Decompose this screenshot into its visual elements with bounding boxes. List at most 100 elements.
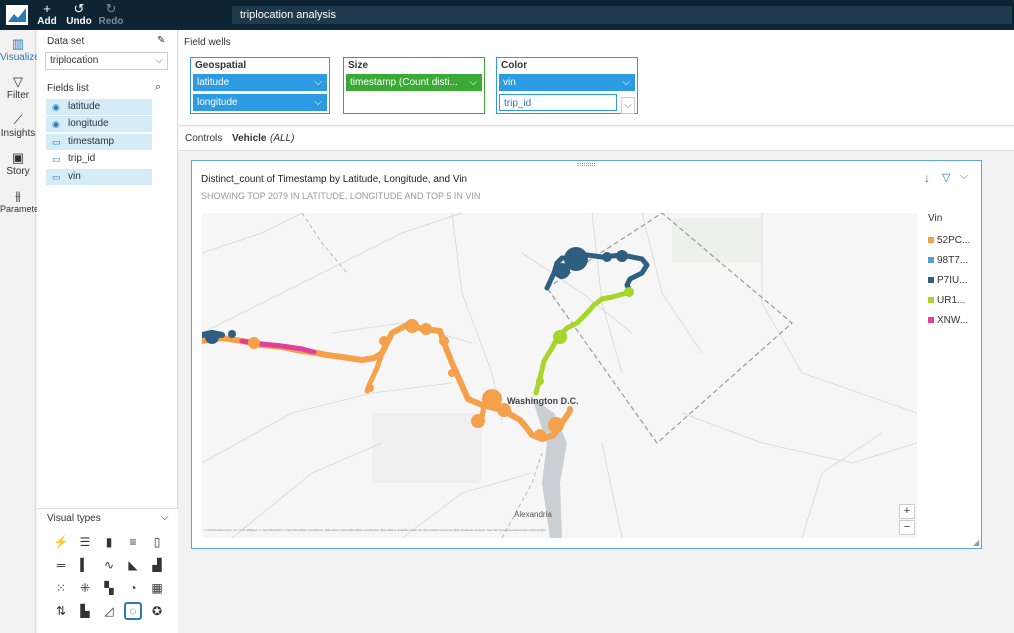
parameters-icon: ⫵ [15, 188, 21, 203]
insights-icon: ⟋ [13, 112, 23, 127]
main-area: Field wells Geospatial latitude ⌵ longitu… [179, 30, 1014, 633]
nav-visualize[interactable]: ▥ Visualize [0, 36, 40, 63]
zoom-out-button[interactable]: − [899, 520, 915, 535]
scatter-plot-icon[interactable]: ⁙ [52, 579, 70, 597]
chevron-down-icon: ⌵ [469, 77, 477, 88]
well-field-vin[interactable]: vin ⌵ [499, 74, 635, 91]
tree-map-icon[interactable]: ▚ [100, 579, 118, 597]
drag-handle[interactable] [577, 163, 595, 166]
chevron-down-icon: ⌵ [155, 55, 163, 66]
dimension-icon: ▭ [52, 172, 61, 182]
undo-icon: ↺ [73, 1, 85, 16]
dimension-icon: ▭ [52, 154, 61, 164]
field-latitude[interactable]: ◉ latitude [46, 99, 152, 115]
nav-filter[interactable]: ▽ Filter [0, 74, 36, 101]
line-bar-icon[interactable]: ◿ [100, 602, 118, 620]
nav-story[interactable]: ▣ Story [0, 150, 36, 177]
field-timestamp[interactable]: ▭ timestamp [46, 134, 152, 150]
legend-item[interactable]: 98T7... [928, 255, 968, 266]
map-label-alexandria: Alexandria [514, 510, 552, 519]
left-nav: ▥ Visualize ▽ Filter ⟋ Insights ▣ Story ⫵ Par… [0, 30, 47, 633]
legend-item[interactable]: P7IU... [928, 275, 968, 286]
geospatial-icon[interactable]: ◌ [124, 602, 142, 620]
legend-item[interactable]: XNW... [928, 315, 968, 326]
bar-line-icon[interactable]: ▙ [76, 602, 94, 620]
legend-item[interactable]: UR1... [928, 295, 965, 306]
map-canvas[interactable]: Washington D.C. Alexandria © 2016 Amazon… [202, 213, 917, 538]
zoom-in-button[interactable]: + [899, 504, 915, 519]
vehicle-control[interactable]: Vehicle [232, 133, 266, 144]
legend-title: Vin [928, 213, 943, 224]
legend-item[interactable]: 52PC... [928, 235, 970, 246]
add-button[interactable]: + Add [34, 2, 60, 28]
controls-bar: Controls Vehicle (ALL) [179, 127, 1014, 151]
stacked-bar-icon[interactable]: ≡ [124, 533, 142, 551]
legend-swatch [928, 277, 934, 283]
chevron-down-icon[interactable]: ⌵ [161, 512, 169, 523]
field-longitude[interactable]: ◉ longitude [46, 116, 152, 132]
nav-parameters[interactable]: ⫵ Parameters [0, 188, 47, 214]
visual-title: Distinct_count of Timestamp by Latitude,… [201, 174, 468, 185]
visual-types-panel: Visual types ⌵ ⚡ ☰ ▮ ≡ ▯ ═ ▍ ∿ ◣ ▟ ⁙ ⁜ ▚… [37, 508, 178, 633]
field-wells-label: Field wells [184, 37, 231, 48]
well-field-timestamp[interactable]: timestamp (Count disti... ⌵ [346, 74, 482, 91]
controls-label[interactable]: Controls [185, 133, 222, 144]
story-icon: ▣ [11, 150, 25, 165]
redo-button[interactable]: ↻ Redo [98, 1, 124, 28]
map-svg [202, 213, 917, 538]
pivot-table-icon[interactable]: ▦ [148, 579, 166, 597]
nav-insights[interactable]: ⟋ Insights [0, 112, 36, 139]
visual-subtitle: SHOWING TOP 2079 IN LATITUDE, LONGITUDE … [201, 191, 481, 201]
visual-types-label: Visual types [47, 513, 101, 524]
stacked-column-icon[interactable]: ▯ [148, 533, 166, 551]
sort-down-icon[interactable]: ↓ [924, 171, 930, 185]
color-well: Color vin ⌵ trip_id ⌵ [496, 57, 638, 114]
search-icon[interactable]: ⌕ [155, 81, 161, 94]
horizontal-bar-icon[interactable]: ☰ [76, 533, 94, 551]
vehicle-control-value[interactable]: (ALL) [270, 133, 294, 144]
chevron-down-icon[interactable]: ⌵ [960, 170, 968, 183]
vertical-bar-icon[interactable]: ▮ [100, 533, 118, 551]
location-icon: ◉ [52, 102, 60, 112]
size-well: Size timestamp (Count disti... ⌵ [343, 57, 485, 114]
dataset-select[interactable]: triplocation ⌵ [45, 52, 168, 70]
edit-dataset-icon[interactable]: ✎ [157, 35, 165, 46]
autograph-icon[interactable]: ⚡ [52, 533, 70, 551]
dataset-label: Data set [47, 36, 85, 47]
chevron-down-icon: ⌵ [314, 77, 322, 88]
kpi-icon[interactable]: ⇅ [52, 602, 70, 620]
redo-icon: ↻ [105, 1, 117, 16]
field-wells: Field wells Geospatial latitude ⌵ longitu… [179, 30, 1014, 126]
heat-map-icon[interactable]: ⁜ [76, 579, 94, 597]
undo-button[interactable]: ↺ Undo [66, 1, 92, 28]
line-chart-icon[interactable]: ∿ [100, 556, 118, 574]
chevron-down-icon: ⌵ [314, 97, 322, 108]
top-bar: + Add ↺ Undo ↻ Redo triplocation analysis [0, 0, 1014, 30]
filter-icon: ▽ [13, 74, 23, 89]
fields-list-label: Fields list [47, 83, 89, 94]
field-trip-id[interactable]: ▭ trip_id [46, 151, 152, 167]
clustered-column-icon[interactable]: ▍ [76, 556, 94, 574]
filter-icon[interactable]: ▽ [942, 171, 950, 184]
analysis-title-input[interactable]: triplocation analysis [232, 6, 1012, 24]
area-chart-icon[interactable]: ◣ [124, 556, 142, 574]
dimension-icon: ▭ [52, 137, 61, 147]
well-field-latitude[interactable]: latitude ⌵ [193, 74, 327, 91]
well-field-longitude[interactable]: longitude ⌵ [193, 94, 327, 111]
well-field-trip-id[interactable]: trip_id [499, 94, 617, 111]
legend-swatch [928, 257, 934, 263]
field-vin[interactable]: ▭ vin [46, 169, 152, 185]
map-visual[interactable]: Distinct_count of Timestamp by Latitude,… [191, 160, 982, 549]
map-attribution: © 2016 Amazon.com, Inc. or its affiliate… [204, 529, 547, 532]
map-label-washington: Washington D.C. [507, 396, 579, 406]
geospatial-well: Geospatial latitude ⌵ longitude ⌵ [190, 57, 330, 114]
chevron-down-icon[interactable]: ⌵ [621, 97, 635, 114]
percent-bar-icon[interactable]: ═ [52, 556, 70, 574]
legend-swatch [928, 297, 934, 303]
location-icon: ◉ [52, 119, 60, 129]
pie-chart-icon[interactable]: ◔ [124, 579, 142, 597]
resize-handle[interactable]: ◢ [973, 538, 979, 547]
bar-chart-icon: ▥ [11, 36, 25, 51]
insight-bulb-icon[interactable]: ✪ [148, 602, 166, 620]
combo-chart-icon[interactable]: ▟ [148, 556, 166, 574]
